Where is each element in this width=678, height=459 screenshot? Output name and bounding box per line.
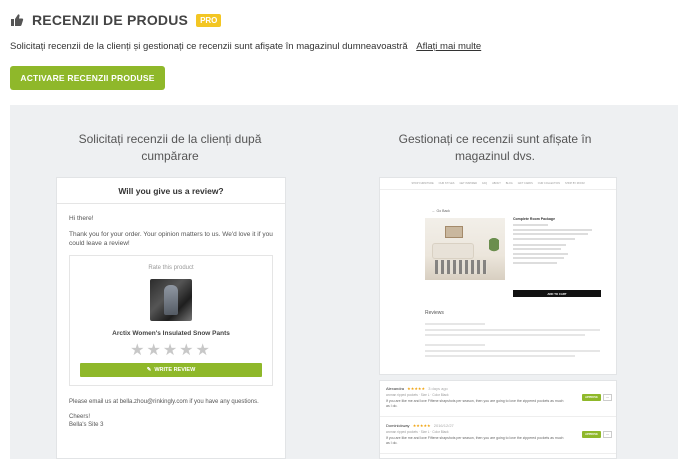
store-reviews-heading: Reviews <box>425 310 444 316</box>
store-nav-item: GIFT CARDS <box>517 182 533 185</box>
review-meta: woman ripped pockets · Size L · Color Bl… <box>386 393 449 397</box>
write-review-label: WRITE REVIEW <box>154 366 196 373</box>
store-nav-item: GET INSPIRED <box>459 182 478 185</box>
store-nav-item: OUR COLLECTION <box>537 182 561 185</box>
email-footer: Please email us at bella.zhou@rinkingly.… <box>69 399 259 405</box>
email-heading: Will you give us a review? <box>57 178 285 204</box>
store-nav-item: FAQ <box>482 182 488 185</box>
email-greeting: Hi there! <box>69 215 94 222</box>
admin-review-list: Alexandra ★★★★★ 3 days ago woman ripped … <box>379 380 617 459</box>
page-title: RECENZII DE PRODUS <box>32 12 189 28</box>
storefront-preview: SHOP FURNITURE OUR STYLES GET INSPIRED F… <box>379 177 617 375</box>
review-date: 2016/12/27 <box>433 423 454 428</box>
review-meta: woman ripped pockets · Size L · Color Bl… <box>386 430 449 434</box>
request-reviews-title: Solicitați recenzii de la clienți după c… <box>78 132 262 163</box>
approve-button: APPROVE <box>582 431 601 438</box>
product-image <box>150 279 192 321</box>
room-product-image <box>425 218 505 280</box>
pencil-icon: ✎ <box>146 366 152 373</box>
feature-preview-panel: Solicitați recenzii de la clienți după c… <box>10 105 678 459</box>
more-options-icon: ··· <box>603 394 612 401</box>
admin-review-row: Alexandra ★★★★★ 3 days ago woman ripped … <box>380 381 616 417</box>
store-nav-item: BLOG <box>505 182 513 185</box>
email-signature: Bella's Site 3 <box>69 422 104 428</box>
thumbs-up-icon <box>10 13 24 27</box>
review-request-email-preview: Will you give us a review? Hi there! Tha… <box>56 177 286 459</box>
review-text: If you are like me and love Fiftene shap… <box>386 399 564 408</box>
rate-label: Rate this product <box>148 265 194 271</box>
add-to-cart-button: ADD TO CART <box>513 290 601 297</box>
review-stars: ★★★★★ <box>412 423 431 428</box>
learn-more-link[interactable]: Aflați mai multe <box>416 41 481 52</box>
reviewer-name: Dominickway <box>386 423 410 428</box>
product-review-box: Rate this product Arctix Women's Insulat… <box>69 255 273 386</box>
store-nav-item: SHOP FURNITURE <box>411 182 434 185</box>
admin-review-row: Dominickway ★★★★★ 2016/12/27 woman rippe… <box>380 418 616 454</box>
write-review-button: ✎ WRITE REVIEW <box>80 363 262 377</box>
manage-reviews-title: Gestionați ce recenzii sunt afișate în m… <box>398 132 592 163</box>
pro-badge: PRO <box>196 13 222 27</box>
store-nav-item: OUR STYLES <box>438 182 455 185</box>
store-back-link: ← Go Back <box>432 209 450 213</box>
description-text: Solicitați recenzii de la clienți și ges… <box>10 41 408 52</box>
more-options-icon: ··· <box>603 431 612 438</box>
store-product-title: Complete Room Package <box>513 217 556 221</box>
activate-reviews-button[interactable]: ACTIVARE RECENZII PRODUSE <box>10 66 165 90</box>
product-name: Arctix Women's Insulated Snow Pants <box>112 330 230 337</box>
store-nav-item: SHOP BY ROOM <box>565 182 585 185</box>
review-date: 3 days ago <box>428 386 448 391</box>
store-nav-item: ABOUT <box>492 182 501 185</box>
page-description: Solicitați recenzii de la clienți și ges… <box>10 41 481 52</box>
review-text: If you are like me and love Fiftene shap… <box>386 436 564 445</box>
store-product-description <box>513 224 601 266</box>
rating-stars: ★★★★★ <box>130 342 212 359</box>
email-intro: Thank you for your order. Your opinion m… <box>69 231 273 247</box>
review-stars: ★★★★★ <box>407 386 426 391</box>
approve-button: APPROVE <box>582 394 601 401</box>
reviewer-name: Alexandra <box>386 386 405 391</box>
page-header: RECENZII DE PRODUS PRO <box>10 12 222 28</box>
store-nav: SHOP FURNITURE OUR STYLES GET INSPIRED F… <box>380 178 616 190</box>
email-sign-off: Cheers! <box>69 414 91 420</box>
